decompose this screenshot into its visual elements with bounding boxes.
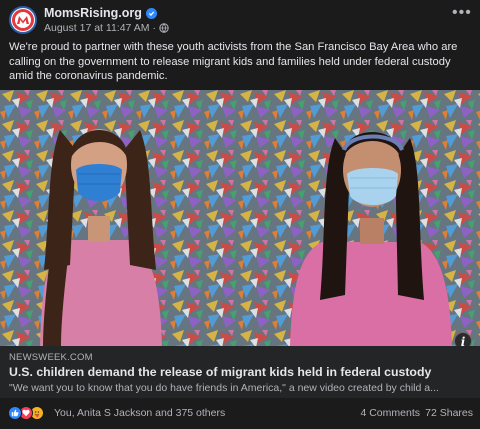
- facebook-post: MomsRising.org August 17 at 11:47 AM · •…: [0, 0, 480, 429]
- link-description: "We want you to know that you do have fr…: [9, 382, 439, 394]
- page-avatar[interactable]: [9, 6, 37, 34]
- reactions-bar: You, Anita S Jackson and 375 others 4 Co…: [0, 398, 480, 429]
- page-name[interactable]: MomsRising.org: [44, 6, 157, 20]
- verified-badge-icon: [145, 7, 157, 19]
- post-timestamp[interactable]: August 17 at 11:47 AM: [44, 22, 149, 34]
- post-caption: We're proud to partner with these youth …: [9, 41, 458, 82]
- video-still-image: [0, 90, 480, 346]
- shares-count[interactable]: 72 Shares: [425, 407, 473, 419]
- reaction-names[interactable]: You, Anita S Jackson and 375 others: [54, 407, 225, 419]
- globe-icon: [159, 23, 169, 33]
- link-domain: NEWSWEEK.COM: [9, 352, 93, 363]
- page-name-label[interactable]: MomsRising.org: [44, 6, 142, 20]
- reaction-icons[interactable]: [8, 406, 52, 420]
- momsrising-logo-icon: [12, 9, 34, 31]
- more-options-icon[interactable]: •••: [452, 5, 471, 24]
- meta-separator: ·: [152, 22, 156, 34]
- link-title[interactable]: U.S. children demand the release of migr…: [9, 365, 431, 379]
- post-meta: August 17 at 11:47 AM ·: [44, 22, 169, 34]
- post-image[interactable]: [0, 90, 480, 346]
- comments-count[interactable]: 4 Comments: [360, 407, 420, 419]
- left-child-figure: [40, 129, 162, 346]
- link-preview[interactable]: NEWSWEEK.COM U.S. children demand the re…: [0, 346, 480, 398]
- like-icon: [8, 406, 22, 420]
